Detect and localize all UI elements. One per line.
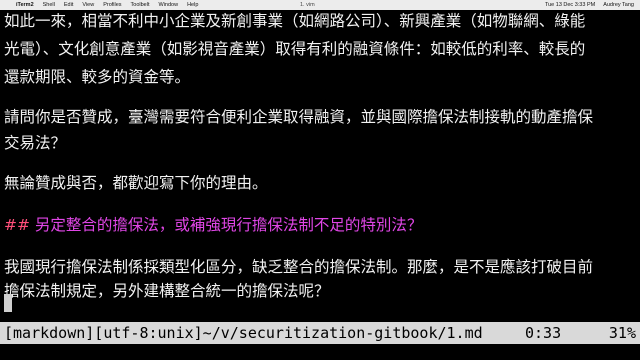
statusline-position: 0:33 (525, 324, 562, 342)
heading-text: 另定整合的擔保法，或補強現行擔保法制不足的特別法？ (34, 216, 423, 234)
window-title: 1. vim (300, 2, 315, 8)
menu-toolbelt[interactable]: Toolbelt (131, 2, 150, 8)
menu-view[interactable]: View (82, 2, 94, 8)
text-cursor (4, 294, 12, 312)
statusline-percent: 31% (608, 324, 636, 342)
text-line: 我國現行擔保法制係採類型化區分，缺乏整合的擔保法制。那麼，是不是應該打破目前 (4, 258, 594, 276)
menu-app-iterm2[interactable]: iTerm2 (16, 2, 34, 8)
vim-editor[interactable]: 如此一來，相當不利中小企業及新創事業（如網路公司）、新興產業（如物聯網、綠能 光… (0, 10, 640, 360)
heading-marker: ## (4, 216, 30, 234)
text-line: 擔保法制規定，另外建構整合統一的擔保法呢？ (4, 282, 330, 300)
text-line: 無論贊成與否，都歡迎寫下你的理由。 (4, 174, 268, 192)
menu-window[interactable]: Window (159, 2, 179, 8)
menu-help[interactable]: Help (187, 2, 198, 8)
text-line: 如此一來，相當不利中小企業及新創事業（如網路公司）、新興產業（如物聯網、綠能 (4, 12, 586, 30)
text-line: 光電）、文化創意產業（如影視音產業）取得有利的融資條件：如較低的利率、較長的 (4, 40, 586, 58)
macos-menubar: iTerm2 Shell Edit View Profiles Toolbelt… (0, 0, 640, 10)
menubar-user[interactable]: Audrey Tang (603, 0, 634, 10)
menu-shell[interactable]: Shell (43, 2, 55, 8)
menu-profiles[interactable]: Profiles (103, 2, 121, 8)
menu-edit[interactable]: Edit (64, 2, 73, 8)
statusline-file-info: [markdown][utf-8:unix]~/v/securitization… (4, 324, 483, 342)
menubar-clock[interactable]: Tue 13 Dec 3:33 PM (545, 0, 595, 10)
text-line: 還款期限、較多的資金等。 (4, 68, 191, 86)
vim-statusline: [markdown][utf-8:unix]~/v/securitization… (0, 322, 640, 344)
text-line: 交易法？ (4, 134, 67, 152)
text-line: 請問你是否贊成，臺灣需要符合便利企業取得融資，並與國際擔保法制接軌的動產擔保 (4, 108, 594, 126)
markdown-heading: ## 另定整合的擔保法，或補強現行擔保法制不足的特別法？ (4, 216, 422, 234)
